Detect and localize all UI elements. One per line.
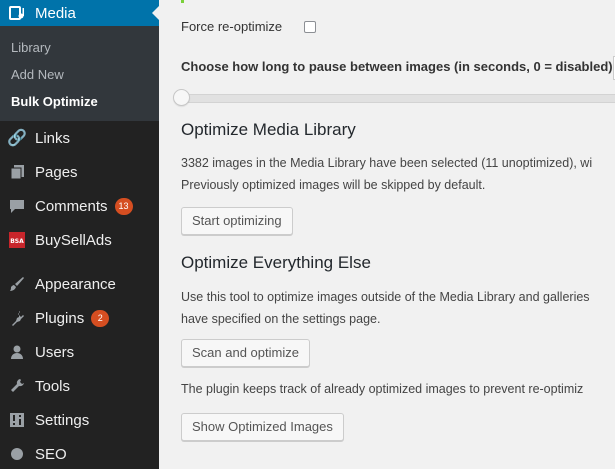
everything-else-line-1: Use this tool to optimize images outside…	[181, 290, 590, 304]
scan-and-optimize-button[interactable]: Scan and optimize	[181, 339, 310, 367]
menu-links-label: Links	[35, 129, 71, 147]
menu-links[interactable]: 🔗 Links	[0, 121, 159, 155]
everything-else-description: Use this tool to optimize images outside…	[181, 286, 590, 330]
menu-buysellads[interactable]: BSA BuySellAds	[0, 223, 159, 257]
menu-users[interactable]: Users	[0, 335, 159, 369]
menu-media[interactable]: Media	[0, 0, 159, 26]
menu-pages-label: Pages	[35, 163, 78, 181]
already-optimized-note: The plugin keeps track of already optimi…	[181, 382, 584, 396]
pages-icon	[8, 163, 26, 181]
users-icon	[8, 343, 26, 361]
menu-buysellads-label: BuySellAds	[35, 231, 112, 249]
everything-else-line-2: have specified on the settings page.	[181, 312, 381, 326]
plugins-icon	[8, 309, 26, 327]
menu-comments-label: Comments	[35, 197, 108, 215]
appearance-icon	[8, 275, 26, 293]
media-library-heading: Optimize Media Library	[181, 120, 356, 139]
comments-icon	[8, 197, 26, 215]
menu-plugins[interactable]: Plugins 2	[0, 301, 159, 335]
menu-users-label: Users	[35, 343, 75, 361]
start-optimizing-button[interactable]: Start optimizing	[181, 207, 293, 235]
menu-pages[interactable]: Pages	[0, 155, 159, 189]
bulk-optimize-content: Force re-optimize Choose how long to pau…	[159, 0, 615, 469]
media-library-description: 3382 images in the Media Library have be…	[181, 152, 592, 196]
buysellads-icon: BSA	[8, 231, 26, 249]
menu-appearance[interactable]: Appearance	[0, 267, 159, 301]
media-library-line-2: Previously optimized images will be skip…	[181, 178, 486, 192]
media-library-line-1: 3382 images in the Media Library have be…	[181, 156, 593, 170]
menu-plugins-label: Plugins	[35, 309, 85, 327]
force-reoptimize-label: Force re-optimize	[181, 19, 283, 34]
svg-text:BSA: BSA	[10, 238, 24, 245]
menu-seo[interactable]: SEO	[0, 437, 159, 469]
force-reoptimize-checkbox[interactable]	[304, 21, 316, 33]
show-optimized-images-button[interactable]: Show Optimized Images	[181, 413, 344, 441]
pause-delay-slider[interactable]	[181, 94, 615, 103]
everything-else-heading: Optimize Everything Else	[181, 253, 371, 272]
submenu-add-new[interactable]: Add New	[0, 61, 159, 88]
submenu-bulk-optimize[interactable]: Bulk Optimize	[0, 88, 159, 115]
plugins-update-badge: 2	[91, 309, 110, 327]
menu-appearance-label: Appearance	[35, 275, 116, 293]
comments-count-badge: 13	[114, 197, 133, 215]
links-icon: 🔗	[7, 130, 27, 147]
tools-icon	[8, 377, 26, 395]
menu-media-label: Media	[35, 4, 76, 22]
menu-tools[interactable]: Tools	[0, 369, 159, 403]
pause-delay-slider-handle[interactable]	[173, 89, 190, 106]
seo-icon	[8, 445, 26, 463]
menu-comments[interactable]: Comments 13	[0, 189, 159, 223]
pause-delay-label: Choose how long to pause between images …	[181, 59, 613, 74]
media-icon	[8, 4, 26, 22]
menu-tools-label: Tools	[35, 377, 71, 395]
media-submenu: Library Add New Bulk Optimize	[0, 26, 159, 121]
submenu-library[interactable]: Library	[0, 34, 159, 61]
menu-settings-label: Settings	[35, 411, 90, 429]
settings-icon	[8, 411, 26, 429]
menu-settings[interactable]: Settings	[0, 403, 159, 437]
notice-edge	[181, 0, 184, 3]
admin-sidebar: Media Library Add New Bulk Optimize 🔗 Li…	[0, 0, 159, 469]
menu-separator	[0, 257, 159, 267]
menu-seo-label: SEO	[35, 445, 67, 463]
